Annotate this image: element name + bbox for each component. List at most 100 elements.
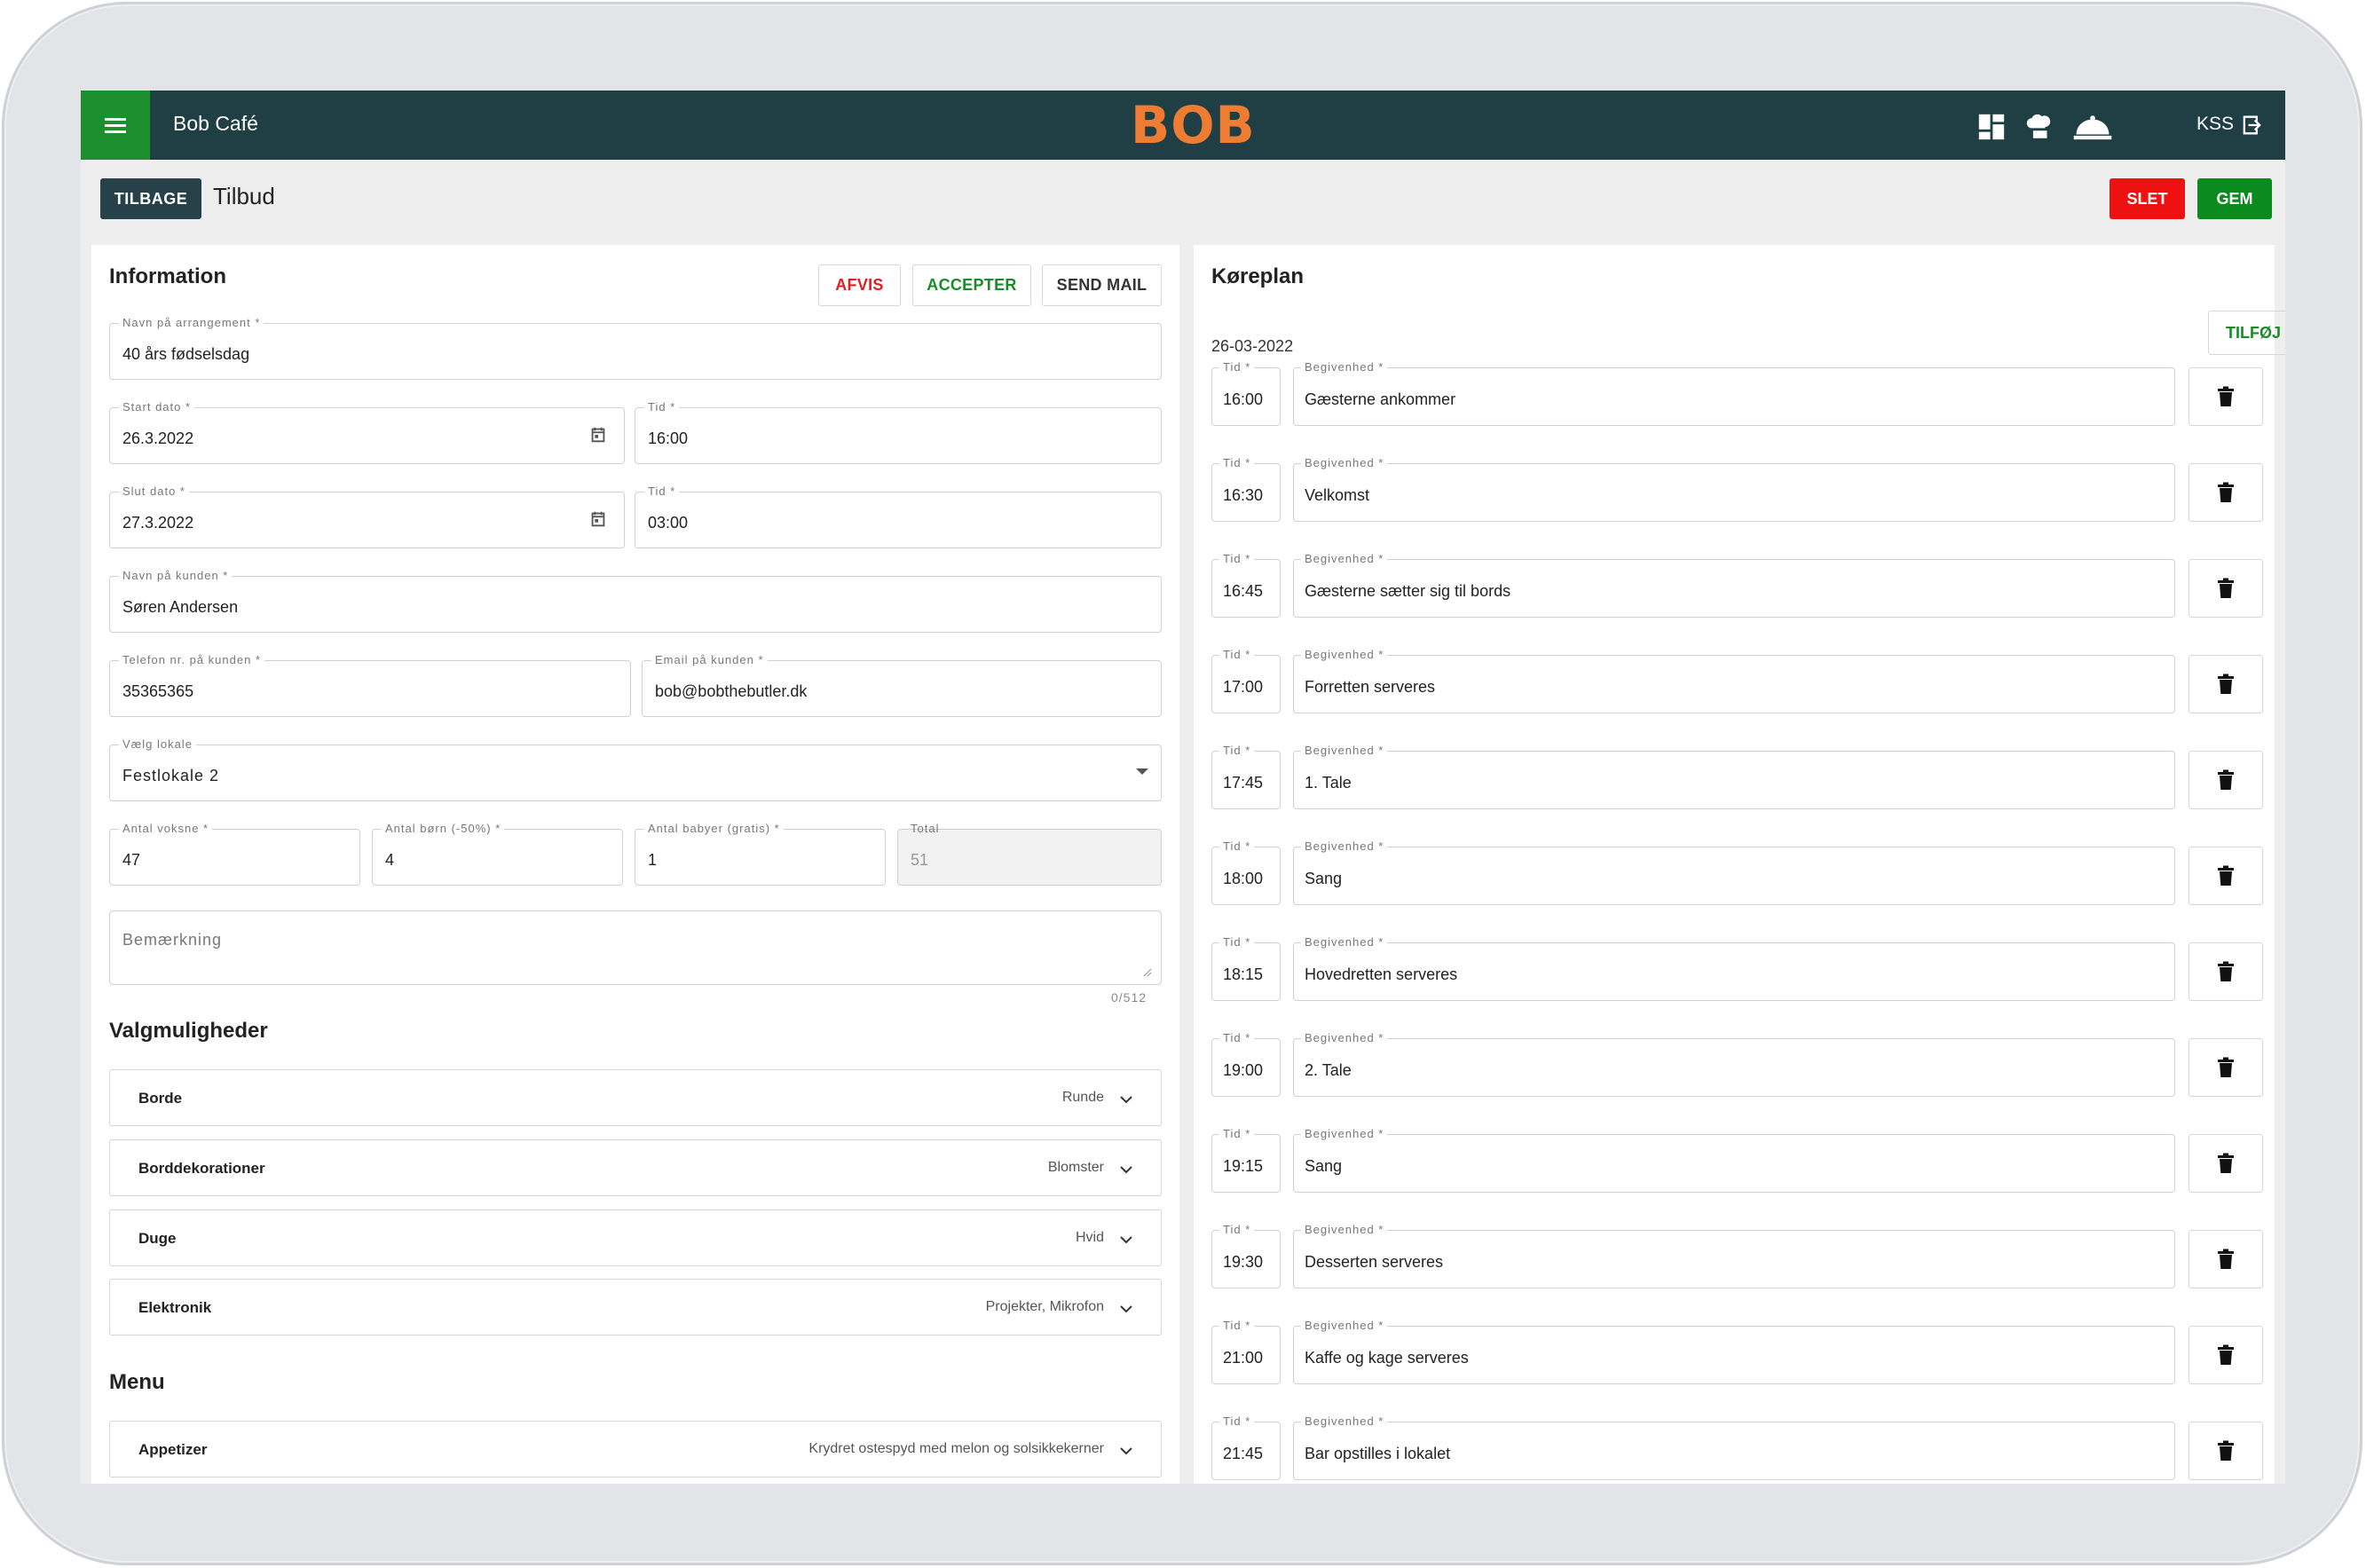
schedule-event-field[interactable]: Begivenhed * Hovedretten serveres bbox=[1293, 935, 2175, 1001]
dashboard-grid-icon[interactable] bbox=[1976, 112, 2007, 142]
schedule-event-field[interactable]: Begivenhed * 2. Tale bbox=[1293, 1031, 2175, 1097]
start-date-field[interactable]: Start dato * 26.3.2022 bbox=[109, 400, 625, 464]
delete-row-button[interactable] bbox=[2189, 1134, 2263, 1193]
chevron-down-icon bbox=[1120, 1447, 1132, 1455]
schedule-time-field[interactable]: Tid * 19:30 bbox=[1211, 1223, 1281, 1288]
chevron-down-icon bbox=[1120, 1305, 1132, 1313]
option-value: Hvid bbox=[1075, 1230, 1104, 1245]
schedule-time-field[interactable]: Tid * 21:45 bbox=[1211, 1414, 1281, 1480]
schedule-time-field[interactable]: Tid * 18:15 bbox=[1211, 935, 1281, 1001]
venue-select[interactable]: Vælg lokale Festlokale 2 bbox=[109, 737, 1162, 801]
adults-value: 47 bbox=[122, 851, 141, 869]
children-field[interactable]: Antal børn (-50%) * 4 bbox=[372, 822, 623, 886]
schedule-time-value: 18:15 bbox=[1223, 965, 1264, 983]
schedule-event-field[interactable]: Begivenhed * Gæsterne ankommer bbox=[1293, 360, 2175, 426]
customer-email-value: bob@bobthebutler.dk bbox=[655, 682, 808, 700]
schedule-time-field[interactable]: Tid * 21:00 bbox=[1211, 1319, 1281, 1384]
food-cloche-icon[interactable] bbox=[2072, 112, 2113, 142]
delete-row-button[interactable] bbox=[2189, 1422, 2263, 1480]
resize-handle-icon[interactable] bbox=[1141, 966, 1152, 977]
schedule-time-field[interactable]: Tid * 16:30 bbox=[1211, 456, 1281, 522]
save-button[interactable]: GEM bbox=[2197, 178, 2272, 219]
schedule-time-label: Tid * bbox=[1219, 552, 1255, 566]
calendar-icon[interactable] bbox=[588, 508, 608, 530]
schedule-event-value: Velkomst bbox=[1305, 486, 1370, 504]
customer-email-field[interactable]: Email på kunden * bob@bobthebutler.dk bbox=[642, 653, 1162, 717]
option-row-borde[interactable]: Borde Runde bbox=[109, 1069, 1162, 1126]
delete-row-button[interactable] bbox=[2189, 463, 2263, 522]
trash-icon bbox=[2218, 865, 2234, 886]
start-date-label: Start dato * bbox=[119, 400, 195, 414]
schedule-event-value: Hovedretten serveres bbox=[1305, 965, 1458, 983]
schedule-event-field[interactable]: Begivenhed * Sang bbox=[1293, 839, 2175, 905]
schedule-event-field[interactable]: Begivenhed * Desserten serveres bbox=[1293, 1223, 2175, 1288]
schedule-row: Tid * 17:00 Begivenhed * Forretten serveres bbox=[1211, 648, 2267, 713]
schedule-time-field[interactable]: Tid * 19:00 bbox=[1211, 1031, 1281, 1097]
customer-name-field[interactable]: Navn på kunden * Søren Andersen bbox=[109, 569, 1162, 633]
menu-button[interactable] bbox=[81, 91, 150, 160]
chevron-down-icon bbox=[1120, 1236, 1132, 1244]
end-date-field[interactable]: Slut dato * 27.3.2022 bbox=[109, 485, 625, 548]
user-initials: KSS bbox=[2196, 114, 2235, 134]
delete-row-button[interactable] bbox=[2189, 1230, 2263, 1288]
delete-row-button[interactable] bbox=[2189, 942, 2263, 1001]
event-name-field[interactable]: Navn på arrangement * 40 års fødselsdag bbox=[109, 316, 1162, 380]
chef-hat-icon[interactable] bbox=[2024, 112, 2054, 142]
schedule-time-field[interactable]: Tid * 18:00 bbox=[1211, 839, 1281, 905]
accept-button[interactable]: ACCEPTER bbox=[912, 264, 1031, 306]
schedule-time-field[interactable]: Tid * 16:45 bbox=[1211, 552, 1281, 618]
option-row-elektronik[interactable]: Elektronik Projekter, Mikrofon bbox=[109, 1279, 1162, 1336]
top-bar: Bob Café BOB KSS bbox=[81, 91, 2285, 160]
delete-row-button[interactable] bbox=[2189, 559, 2263, 618]
end-time-field[interactable]: Tid * 03:00 bbox=[635, 485, 1162, 548]
schedule-event-label: Begivenhed * bbox=[1301, 839, 1388, 854]
schedule-time-field[interactable]: Tid * 17:00 bbox=[1211, 648, 1281, 713]
schedule-event-field[interactable]: Begivenhed * Kaffe og kage serveres bbox=[1293, 1319, 2175, 1384]
schedule-event-field[interactable]: Begivenhed * Gæsterne sætter sig til bord… bbox=[1293, 552, 2175, 618]
page-title: Tilbud bbox=[213, 183, 275, 209]
schedule-time-field[interactable]: Tid * 16:00 bbox=[1211, 360, 1281, 426]
schedule-date: 26-03-2022 bbox=[1211, 337, 1294, 355]
schedule-time-field[interactable]: Tid * 19:15 bbox=[1211, 1127, 1281, 1193]
delete-row-button[interactable] bbox=[2189, 367, 2263, 426]
schedule-event-field[interactable]: Begivenhed * Velkomst bbox=[1293, 456, 2175, 522]
schedule-time-label: Tid * bbox=[1219, 1127, 1255, 1141]
delete-row-button[interactable] bbox=[2189, 655, 2263, 713]
menu-row-appetizer[interactable]: Appetizer Krydret ostespyd med melon og … bbox=[109, 1421, 1162, 1477]
schedule-event-field[interactable]: Begivenhed * Forretten serveres bbox=[1293, 648, 2175, 713]
remark-counter: 0/512 bbox=[1111, 990, 1148, 1005]
schedule-row: Tid * 19:30 Begivenhed * Desserten serveres bbox=[1211, 1223, 2267, 1288]
remark-textarea[interactable]: Bemærkning bbox=[109, 910, 1162, 985]
start-time-field[interactable]: Tid * 16:00 bbox=[635, 400, 1162, 464]
back-button[interactable]: TILBAGE bbox=[100, 178, 201, 219]
schedule-event-field[interactable]: Begivenhed * Sang bbox=[1293, 1127, 2175, 1193]
schedule-panel: Køreplan 26-03-2022 TILFØJ Tid * 16:00 Beg… bbox=[1194, 245, 2285, 1484]
delete-row-button[interactable] bbox=[2189, 751, 2263, 809]
end-date-label: Slut dato * bbox=[119, 485, 189, 499]
customer-email-label: Email på kunden * bbox=[651, 653, 768, 667]
customer-phone-field[interactable]: Telefon nr. på kunden * 35365365 bbox=[109, 653, 631, 717]
end-date-value: 27.3.2022 bbox=[122, 514, 194, 532]
add-schedule-item-button[interactable]: TILFØJ bbox=[2208, 311, 2285, 355]
logout-icon[interactable] bbox=[2239, 112, 2264, 138]
trash-icon bbox=[2218, 482, 2234, 502]
calendar-icon[interactable] bbox=[588, 424, 608, 445]
reject-button[interactable]: AFVIS bbox=[818, 264, 901, 306]
delete-row-button[interactable] bbox=[2189, 1038, 2263, 1097]
delete-row-button[interactable] bbox=[2189, 847, 2263, 905]
schedule-event-field[interactable]: Begivenhed * 1. Tale bbox=[1293, 744, 2175, 809]
schedule-time-value: 17:45 bbox=[1223, 774, 1264, 792]
trash-icon bbox=[2218, 769, 2234, 790]
babies-field[interactable]: Antal babyer (gratis) * 1 bbox=[635, 822, 886, 886]
schedule-event-value: Gæsterne ankommer bbox=[1305, 390, 1456, 408]
option-label: Duge bbox=[138, 1230, 177, 1247]
delete-row-button[interactable] bbox=[2189, 1326, 2263, 1384]
schedule-time-field[interactable]: Tid * 17:45 bbox=[1211, 744, 1281, 809]
adults-field[interactable]: Antal voksne * 47 bbox=[109, 822, 360, 886]
schedule-time-value: 21:45 bbox=[1223, 1445, 1264, 1462]
option-row-borddekorationer[interactable]: Borddekorationer Blomster bbox=[109, 1139, 1162, 1196]
schedule-event-field[interactable]: Begivenhed * Bar opstilles i lokalet bbox=[1293, 1414, 2175, 1480]
send-mail-button[interactable]: SEND MAIL bbox=[1042, 264, 1162, 306]
delete-button[interactable]: SLET bbox=[2110, 178, 2185, 219]
option-row-duge[interactable]: Duge Hvid bbox=[109, 1209, 1162, 1266]
